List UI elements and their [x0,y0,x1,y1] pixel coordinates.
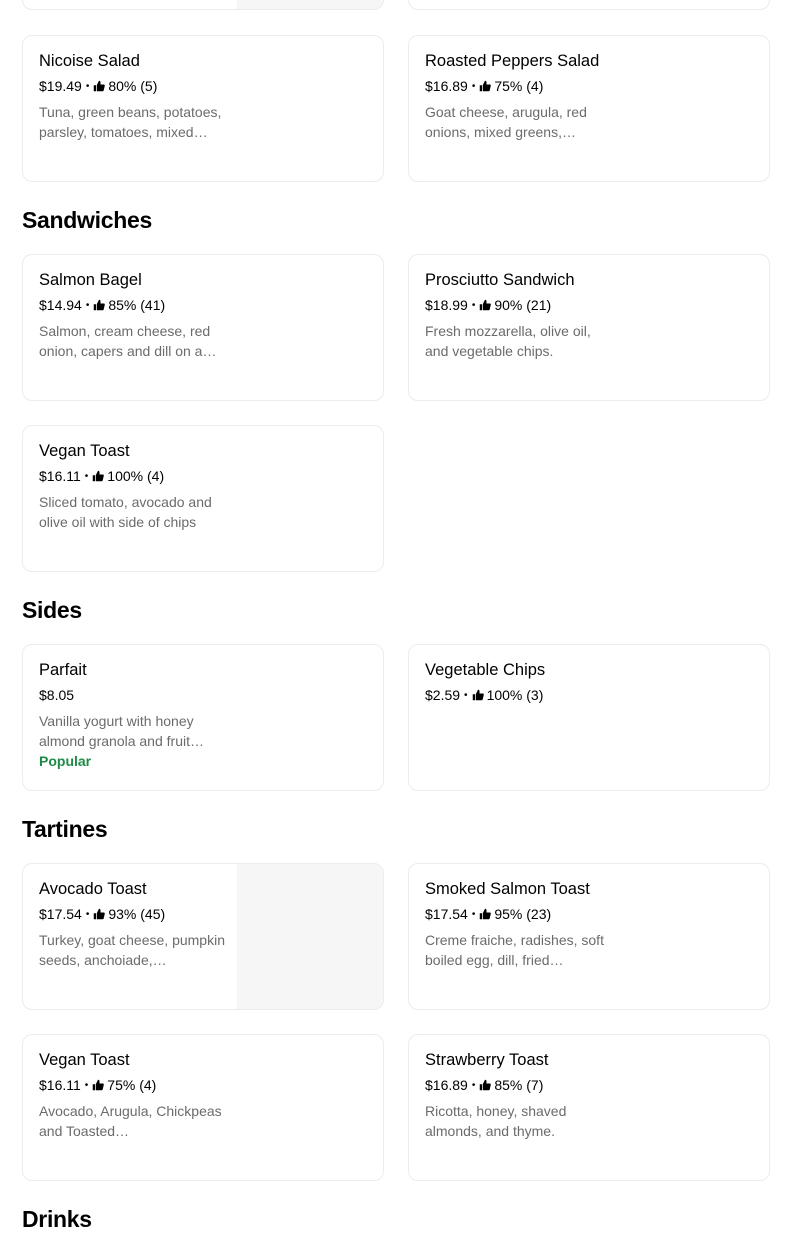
menu-item-card[interactable]: Roasted Peppers Salad $16.89 • 75% (4) G… [408,35,770,182]
item-rating: 100% (4) [107,468,165,484]
thumbs-up-icon [472,689,484,701]
item-price: $16.11 [39,1077,81,1093]
thumbs-up-icon [93,1079,105,1091]
menu-item-card-partial[interactable] [408,0,770,10]
item-description: Vanilla yogurt with honey almond granola… [39,713,204,749]
menu-item-card[interactable]: Avocado Toast $17.54 • 93% (45) Turkey, … [22,863,384,1010]
item-name: Strawberry Toast [425,1051,549,1069]
item-meta: $2.59 • 100% (3) [425,687,543,703]
section-title-sandwiches: Sandwiches [22,207,152,233]
item-description: Salmon, cream cheese, red onion, capers … [39,323,217,359]
thumbs-up-icon [480,80,492,92]
menu-item-card[interactable]: Salmon Bagel $14.94 • 85% (41) Salmon, c… [22,254,384,401]
item-name: Avocado Toast [39,880,147,898]
item-rating: 100% (3) [486,687,544,703]
separator-dot: • [84,470,89,482]
thumbs-up-icon [480,299,492,311]
menu-item-card-partial[interactable] [22,0,384,10]
item-name: Salmon Bagel [39,271,142,289]
item-price: $17.54 [39,906,82,922]
item-name: Vegan Toast [39,1051,130,1069]
thumbs-up-icon [94,908,106,920]
section-title-tartines: Tartines [22,816,108,842]
item-price: $19.49 [39,78,82,94]
item-rating: 80% (5) [108,78,158,94]
item-rating: 90% (21) [494,297,552,313]
item-image [237,864,383,1009]
item-description: Fresh mozzarella, olive oil, and vegetab… [425,323,591,359]
item-rating: 75% (4) [107,1077,157,1093]
item-meta: $16.89 • 75% (4) [425,78,543,94]
item-meta: $16.11 • 75% (4) [39,1077,156,1093]
item-image [237,0,383,9]
menu-item-card[interactable]: Nicoise Salad $19.49 • 80% (5) Tuna, gre… [22,35,384,182]
separator-dot: • [85,908,90,920]
thumbs-up-icon [480,908,492,920]
separator-dot: • [471,299,476,311]
item-name: Nicoise Salad [39,52,140,70]
item-rating: 85% (7) [494,1077,544,1093]
item-description: Tuna, green beans, potatoes, parsley, to… [39,104,222,140]
item-rating: 75% (4) [494,78,544,94]
item-price: $17.54 [425,906,468,922]
item-price: $2.59 [425,687,461,703]
item-description: Avocado, Arugula, Chickpeas and Toasted… [39,1103,222,1139]
item-description: Creme fraiche, radishes, soft boiled egg… [425,932,604,968]
item-price: $16.89 [425,78,468,94]
item-description: Turkey, goat cheese, pumpkin seeds, anch… [39,932,225,968]
item-price: $16.89 [425,1077,468,1093]
section-title-drinks: Drinks [22,1206,92,1232]
item-name: Vegetable Chips [425,661,546,679]
item-name: Vegan Toast [39,442,130,460]
menu-item-card[interactable]: Strawberry Toast $16.89 • 85% (7) Ricott… [408,1034,770,1181]
menu-item-card[interactable]: Vegan Toast $16.11 • 75% (4) Avocado, Ar… [22,1034,384,1181]
item-price: $18.99 [425,297,468,313]
item-meta: $14.94 • 85% (41) [39,297,165,313]
menu-item-card[interactable]: Parfait $8.05 Vanilla yogurt with honey … [22,644,384,791]
thumbs-up-icon [94,80,106,92]
separator-dot: • [471,908,476,920]
item-name: Parfait [39,661,87,679]
item-name: Prosciutto Sandwich [425,271,575,289]
item-meta: $18.99 • 90% (21) [425,297,551,313]
item-description: Sliced tomato, avocado and olive oil wit… [39,494,212,530]
item-description: Goat cheese, arugula, red onions, mixed … [425,104,587,140]
item-rating: 85% (41) [108,297,166,313]
item-name: Smoked Salmon Toast [425,880,590,898]
thumbs-up-icon [94,299,106,311]
separator-dot: • [84,1079,89,1091]
separator-dot: • [464,689,468,701]
menu-item-card[interactable]: Smoked Salmon Toast $17.54 • 95% (23) Cr… [408,863,770,1010]
item-meta: $8.05 [39,687,74,703]
item-meta: $17.54 • 95% (23) [425,906,551,922]
item-description: Ricotta, honey, shaved almonds, and thym… [425,1103,567,1139]
item-meta: $16.11 • 100% (4) [39,468,164,484]
item-meta: $16.89 • 85% (7) [425,1077,543,1093]
menu-item-card[interactable]: Prosciutto Sandwich $18.99 • 90% (21) Fr… [408,254,770,401]
menu-item-card[interactable]: Vegan Toast $16.11 • 100% (4) Sliced tom… [22,425,384,572]
item-price: $16.11 [39,468,81,484]
thumbs-up-icon [480,1079,492,1091]
item-meta: $19.49 • 80% (5) [39,78,157,94]
item-name: Roasted Peppers Salad [425,52,600,70]
separator-dot: • [85,299,90,311]
separator-dot: • [471,1079,476,1091]
separator-dot: • [471,80,476,92]
section-title-sides: Sides [22,597,82,623]
separator-dot: • [85,80,90,92]
item-meta: $17.54 • 93% (45) [39,906,165,922]
item-rating: 93% (45) [108,906,166,922]
item-rating: 95% (23) [494,906,552,922]
menu-item-card[interactable]: Vegetable Chips $2.59 • 100% (3) [408,644,770,791]
item-price: $8.05 [39,687,75,703]
item-price: $14.94 [39,297,82,313]
thumbs-up-icon [93,470,105,482]
popular-badge: Popular [39,753,92,769]
